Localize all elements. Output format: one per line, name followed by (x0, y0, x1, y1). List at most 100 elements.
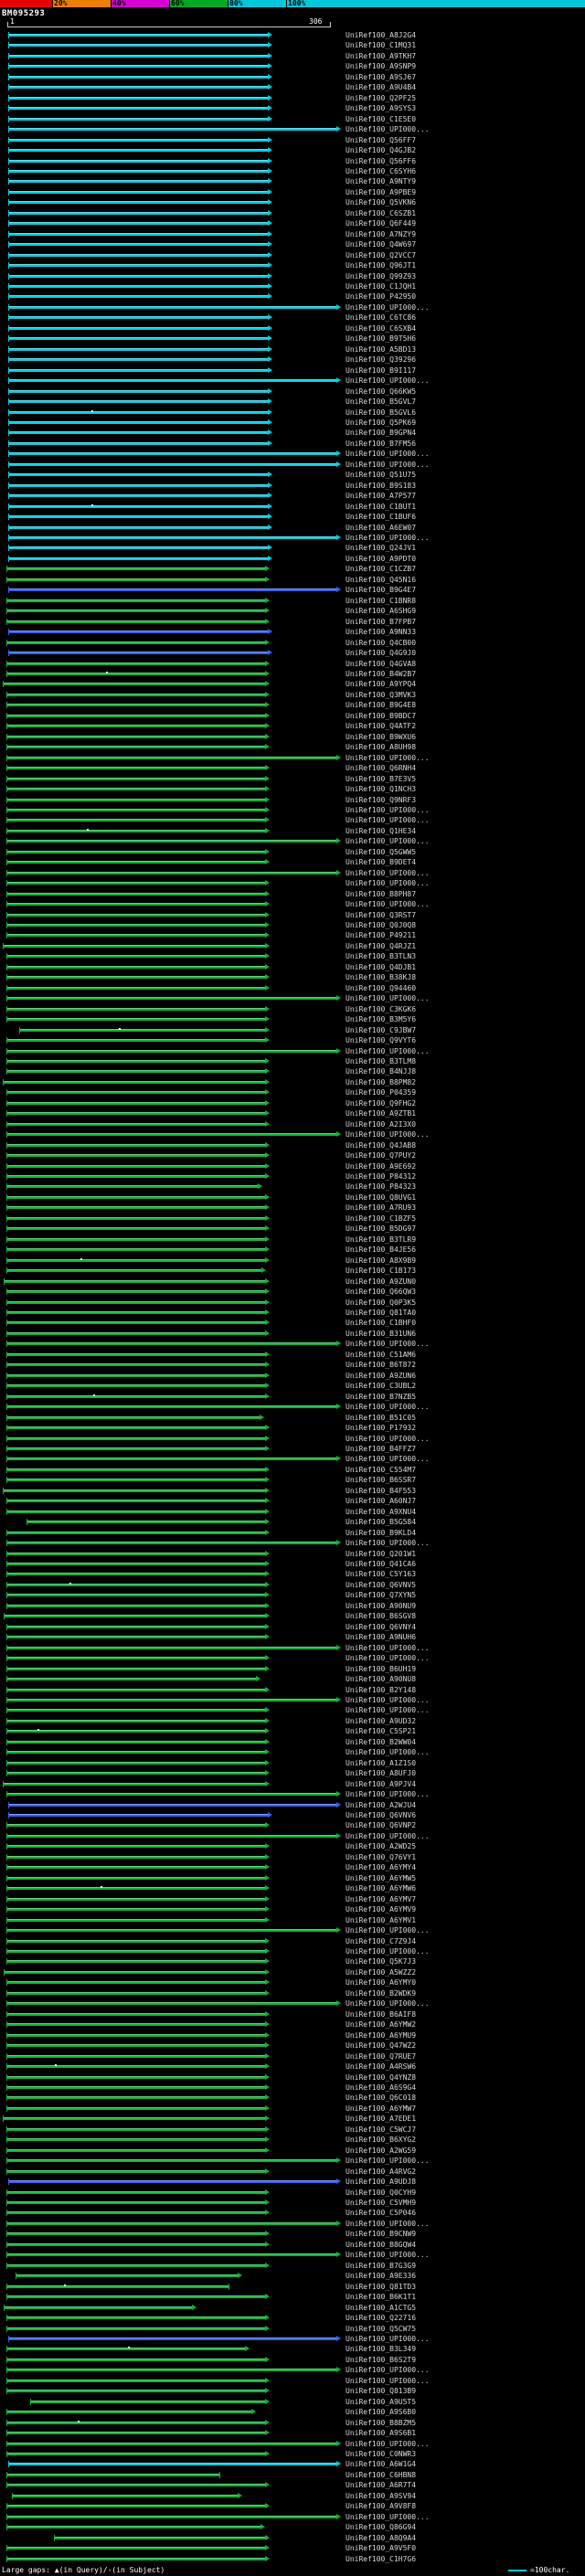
alignment-bar[interactable] (7, 2232, 265, 2236)
subject-label[interactable]: UniRef100_Q81TA0 (346, 1309, 416, 1318)
subject-label[interactable]: UniRef100_A6YMY0 (346, 1978, 416, 1988)
subject-label[interactable]: UniRef100_A8UH98 (346, 743, 416, 752)
subject-label[interactable]: UniRef100_C6SYH6 (346, 167, 416, 176)
subject-label[interactable]: UniRef100_Q56FF6 (346, 157, 416, 166)
subject-label[interactable]: UniRef100_A90NU9 (346, 1602, 416, 1611)
subject-label[interactable]: UniRef100_A6YMW2 (346, 2020, 416, 2030)
subject-label[interactable]: UniRef100_Q4GJB2 (346, 146, 416, 155)
alignment-bar[interactable] (7, 840, 336, 843)
subject-label[interactable]: UniRef100_C6TC86 (346, 313, 416, 323)
alignment-bar[interactable] (9, 295, 268, 299)
alignment-bar[interactable] (4, 944, 265, 948)
subject-label[interactable]: UniRef100_UPI000... (346, 806, 430, 815)
subject-label[interactable]: UniRef100_A6YMV7 (346, 1895, 416, 1904)
subject-label[interactable]: UniRef100_Q4W697 (346, 240, 416, 249)
subject-label[interactable]: UniRef100_UPI000... (346, 2366, 430, 2375)
subject-label[interactable]: UniRef100_B4NJJ8 (346, 1067, 416, 1076)
subject-label[interactable]: UniRef100_A9U5T5 (346, 2398, 416, 2407)
subject-label[interactable]: UniRef100_B4JE56 (346, 1246, 416, 1255)
alignment-bar[interactable] (4, 683, 265, 686)
alignment-bar[interactable] (7, 2221, 336, 2225)
subject-label[interactable]: UniRef100_A6YMV9 (346, 1905, 416, 1914)
subject-label[interactable]: UniRef100_A9SNP9 (346, 62, 416, 71)
subject-label[interactable]: UniRef100_A8Q9A4 (346, 2534, 416, 2543)
subject-label[interactable]: UniRef100_B3M5Y6 (346, 1015, 416, 1024)
subject-label[interactable]: UniRef100_C6HBN8 (346, 2471, 416, 2480)
subject-label[interactable]: UniRef100_C1BHF0 (346, 1319, 416, 1328)
alignment-bar[interactable] (7, 2002, 336, 2006)
alignment-bar[interactable] (7, 756, 336, 759)
subject-label[interactable]: UniRef100_UPI000... (346, 1947, 430, 1956)
subject-label[interactable]: UniRef100_Q2PF25 (346, 94, 416, 103)
subject-label[interactable]: UniRef100_C5Y163 (346, 1570, 416, 1579)
subject-label[interactable]: UniRef100_B3TLN3 (346, 952, 416, 961)
alignment-bar[interactable] (9, 117, 268, 121)
alignment-bar[interactable] (7, 819, 265, 822)
subject-label[interactable]: UniRef100_UPI000... (346, 2335, 430, 2344)
alignment-bar[interactable] (9, 107, 268, 111)
subject-label[interactable]: UniRef100_B7FPB7 (346, 618, 416, 627)
subject-label[interactable]: UniRef100_B4W2B7 (346, 670, 416, 679)
subject-label[interactable]: UniRef100_A9PBE9 (346, 188, 416, 197)
subject-label[interactable]: UniRef100_A5BD13 (346, 345, 416, 355)
subject-label[interactable]: UniRef100_A7P577 (346, 492, 416, 501)
alignment-bar[interactable] (9, 96, 268, 100)
alignment-bar[interactable] (20, 1028, 265, 1032)
subject-label[interactable]: UniRef100_B6SGV8 (346, 1612, 416, 1621)
subject-label[interactable]: UniRef100_C1BNR8 (346, 597, 416, 606)
alignment-bar[interactable] (7, 1112, 265, 1116)
alignment-bar[interactable] (7, 1227, 265, 1231)
alignment-bar[interactable] (7, 1500, 265, 1503)
subject-label[interactable]: UniRef100_B9T5H6 (346, 334, 416, 344)
subject-label[interactable]: UniRef100_Q24JV1 (346, 544, 416, 553)
subject-label[interactable]: UniRef100_Q4DJB1 (346, 963, 416, 972)
alignment-bar[interactable] (9, 389, 268, 393)
subject-label[interactable]: UniRef100_A6YMW7 (346, 2104, 416, 2114)
alignment-bar[interactable] (7, 672, 265, 675)
subject-label[interactable]: UniRef100_Q6VNY4 (346, 1623, 416, 1632)
alignment-bar[interactable] (7, 567, 265, 571)
alignment-bar[interactable] (7, 578, 265, 581)
alignment-bar[interactable] (7, 1070, 265, 1074)
subject-label[interactable]: UniRef100_P84312 (346, 1172, 416, 1182)
subject-label[interactable]: UniRef100_C6SXB4 (346, 324, 416, 334)
subject-label[interactable]: UniRef100_A9V5F0 (346, 2544, 416, 2553)
subject-label[interactable]: UniRef100_UPI000... (346, 376, 430, 386)
alignment-bar[interactable] (7, 1709, 265, 1712)
subject-label[interactable]: UniRef100_C554M7 (346, 1466, 416, 1475)
subject-label[interactable]: UniRef100_B31UN6 (346, 1330, 416, 1339)
alignment-bar[interactable] (7, 693, 265, 696)
alignment-bar[interactable] (9, 169, 268, 173)
subject-label[interactable]: UniRef100_B9GPN4 (346, 429, 416, 438)
subject-label[interactable]: UniRef100_B5G584 (346, 1518, 416, 1527)
subject-label[interactable]: UniRef100_Q201W1 (346, 1550, 416, 1559)
alignment-bar[interactable] (7, 2369, 336, 2372)
alignment-bar[interactable] (7, 1447, 265, 1450)
alignment-bar[interactable] (7, 1154, 265, 1158)
subject-label[interactable]: UniRef100_C1BUT1 (346, 503, 416, 512)
alignment-bar[interactable] (7, 714, 265, 717)
subject-label[interactable]: UniRef100_A9XNU4 (346, 1508, 416, 1517)
subject-label[interactable]: UniRef100_Q9NRF3 (346, 796, 416, 805)
subject-label[interactable]: UniRef100_B51C05 (346, 1414, 416, 1423)
alignment-bar[interactable] (4, 2117, 265, 2121)
alignment-bar[interactable] (9, 379, 336, 383)
alignment-bar[interactable] (7, 1237, 265, 1241)
subject-label[interactable]: UniRef100_Q4YNZ8 (346, 2073, 416, 2083)
alignment-bar[interactable] (7, 850, 265, 853)
alignment-bar[interactable] (7, 2054, 265, 2058)
subject-label[interactable]: UniRef100_A2WG59 (346, 2147, 416, 2156)
subject-label[interactable]: UniRef100_B9G4E7 (346, 586, 416, 595)
alignment-bar[interactable] (5, 1970, 265, 1974)
alignment-bar[interactable] (9, 201, 268, 205)
subject-label[interactable]: UniRef100_UPI000... (346, 1435, 430, 1444)
alignment-bar[interactable] (7, 1772, 265, 1776)
subject-label[interactable]: UniRef100_A8J2G4 (346, 31, 416, 40)
alignment-bar[interactable] (9, 326, 268, 330)
subject-label[interactable]: UniRef100_Q5CW75 (346, 2325, 416, 2334)
alignment-bar[interactable] (7, 1164, 265, 1168)
subject-label[interactable]: UniRef100_UPI000... (346, 816, 430, 825)
alignment-bar[interactable] (7, 924, 265, 927)
alignment-bar[interactable] (7, 735, 265, 738)
subject-label[interactable]: UniRef100_A5WZZ2 (346, 1968, 416, 1977)
